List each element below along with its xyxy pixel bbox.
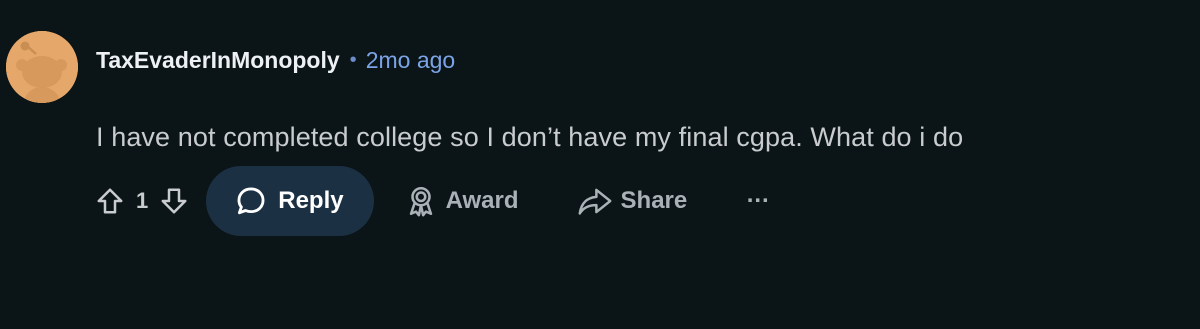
comment-body: I have not completed college so I don’t …: [96, 122, 964, 152]
username-link[interactable]: TaxEvaderInMonopoly: [96, 47, 340, 74]
upvote-button[interactable]: [88, 179, 132, 223]
comment-meta: TaxEvaderInMonopoly • 2mo ago: [96, 47, 455, 74]
comment-action-bar: 1 Reply Award Share ...: [88, 166, 773, 236]
more-options-label: ...: [746, 181, 770, 208]
speech-bubble-icon: [237, 187, 265, 215]
comment: TaxEvaderInMonopoly • 2mo ago I have not…: [0, 0, 1200, 329]
share-arrow-icon: [578, 188, 612, 215]
vote-count: 1: [136, 188, 149, 213]
more-options-button[interactable]: ...: [743, 166, 773, 236]
share-button[interactable]: Share: [577, 166, 688, 236]
arrow-down-icon: [161, 188, 187, 214]
reply-label: Reply: [278, 187, 344, 214]
award-label: Award: [445, 187, 519, 214]
reply-button[interactable]: Reply: [206, 166, 374, 236]
award-ribbon-icon: [409, 186, 432, 217]
snoo-avatar-icon: [6, 31, 78, 103]
timestamp[interactable]: 2mo ago: [366, 47, 456, 74]
user-avatar[interactable]: [6, 31, 78, 103]
downvote-button[interactable]: [152, 179, 196, 223]
award-button[interactable]: Award: [404, 166, 519, 236]
meta-separator: •: [349, 49, 357, 71]
arrow-up-icon: [97, 188, 123, 214]
share-label: Share: [620, 187, 688, 214]
